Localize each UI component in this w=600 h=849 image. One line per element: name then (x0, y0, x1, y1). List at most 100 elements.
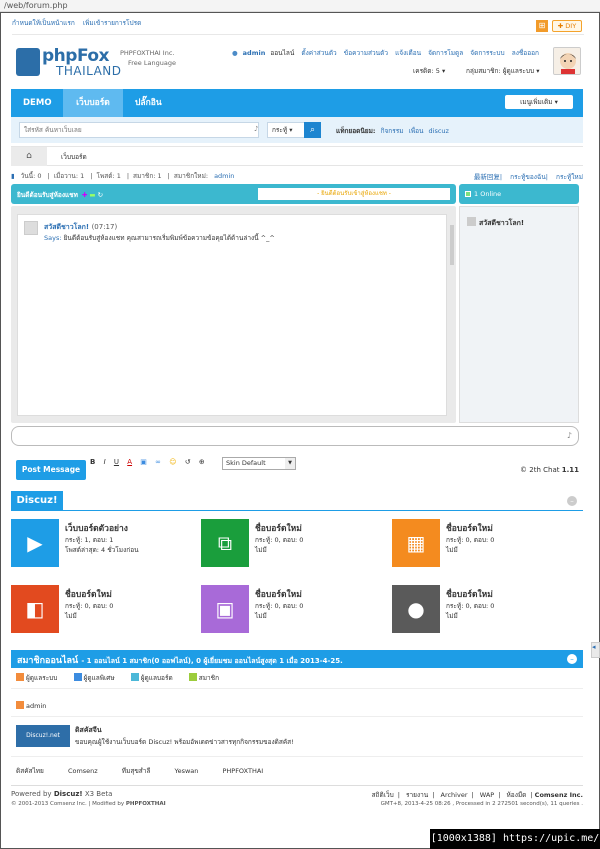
link-icon[interactable]: ∞ (155, 458, 161, 466)
zoom-icon[interactable]: ⊕ (199, 458, 205, 466)
mic-icon[interactable]: ♪ (254, 125, 262, 135)
home-icon[interactable]: ⌂ (11, 147, 47, 166)
grid-icon[interactable]: ▦ (392, 519, 440, 567)
video-icon[interactable]: ● (392, 585, 440, 633)
add-favorite-link[interactable]: เพิ่มเข้ารายการโปรด (83, 19, 141, 27)
footer-link[interactable]: สถิติเว็บ (372, 791, 394, 799)
color-icon[interactable]: A (127, 458, 132, 466)
modifier-link[interactable]: PHPFOXTHAI (126, 801, 166, 807)
footer-links: สถิติเว็บ | รายงาน | Archiver | WAP | ห้องมื… (371, 791, 583, 799)
set-home-link[interactable]: กำหนดให้เป็นหน้าแรก (12, 19, 75, 27)
mic-icon[interactable]: ♪ (567, 431, 572, 440)
processed-info: GMT+8, 2013-4-25 08:26 , Processed in 2 … (380, 801, 583, 807)
breadcrumb-current[interactable]: เว็บบอร์ด (61, 152, 87, 162)
user-nav-item[interactable]: จัดการโมดูล (428, 49, 463, 57)
nav-item-forum[interactable]: เว็บบอร์ด (63, 89, 123, 117)
forum-title[interactable]: ชื่อบอร์ดใหม่ (446, 521, 493, 535)
credit-dropdown[interactable]: เครดิต: 5 ▾ (413, 66, 445, 76)
hot-tag[interactable]: กิจกรรม (381, 127, 404, 135)
photo-icon[interactable]: ▣ (201, 585, 249, 633)
bold-icon[interactable]: B (90, 458, 95, 466)
office-icon[interactable]: ◧ (11, 585, 59, 633)
underline-icon[interactable]: U (114, 458, 119, 466)
nav-item-demo[interactable]: DEMO (13, 89, 62, 117)
main-nav: DEMO เว็บบอร์ด ปลั๊กอิน เมนูเพิ่มเติม ▾ (11, 89, 583, 117)
forum-title[interactable]: ชื่อบอร์ดใหม่ (446, 587, 493, 601)
stats-link[interactable]: กระทู้ใหม่ (556, 173, 583, 181)
company-name[interactable]: Comsenz Inc. (535, 791, 583, 799)
user-nav-item[interactable]: ข้อความส่วนตัว (344, 49, 388, 57)
url-bar[interactable]: /web/forum.php (0, 0, 600, 12)
side-collapse-tab[interactable]: ◂ (591, 642, 600, 658)
legend-item: ผู้ดูแลพิเศษ (73, 673, 115, 682)
avatar[interactable] (553, 47, 581, 75)
friend-link[interactable]: Comsenz (68, 767, 98, 775)
ad-logo[interactable]: Discuz!.net (16, 725, 70, 747)
grid-icon[interactable]: ⊞ (536, 20, 548, 32)
ad-title[interactable]: ดิสคัสจีน (75, 725, 102, 736)
forum-title[interactable]: ชื่อบอร์ดใหม่ (65, 587, 112, 601)
copyright: © 2001-2013 Comsenz Inc. | Modified by P… (11, 801, 166, 807)
user-nav-item[interactable]: ตั้งค่าส่วนตัว (301, 49, 336, 57)
site-logo[interactable]: phpFox THAILAND (16, 44, 126, 80)
square-icon[interactable]: ⧉ (201, 519, 249, 567)
friend-link[interactable]: ดิสคัสไทย (16, 767, 44, 775)
footer-link[interactable]: รายงาน (406, 791, 428, 799)
message-scrollbar[interactable] (450, 225, 454, 265)
play-icon[interactable]: ▶ (11, 519, 59, 567)
skin-select[interactable]: Skin Default ▼ (222, 457, 296, 470)
discuz-title[interactable]: Discuz! (11, 491, 63, 511)
forum-last-post: ไม่มี (446, 612, 458, 620)
hot-tag[interactable]: discuz (429, 127, 449, 135)
friend-link[interactable]: ทีมสุขสำลี (122, 767, 151, 775)
stats-link[interactable]: 最新回复 (474, 173, 500, 181)
post-message-button[interactable]: Post Message (16, 460, 86, 480)
search-scope-select[interactable]: กระทู้ ▾ (267, 122, 309, 138)
user-nav-item[interactable]: แจ้งเตือน (395, 49, 421, 57)
forum-tile[interactable]: ▶ เว็บบอร์ดตัวอย่าง กระทู้: 1, ตอบ: 1 โพสต์… (11, 519, 201, 571)
forum-title[interactable]: ชื่อบอร์ดใหม่ (255, 587, 302, 601)
online-members-header: สมาชิกออนไลน์ - 1 ออนไลน์ 1 สมาชิก(0 ออฟ… (11, 650, 583, 668)
user-nav-item[interactable]: จัดการระบบ (470, 49, 504, 57)
forum-tile[interactable]: ▦ ชื่อบอร์ดใหม่ กระทู้: 0, ตอบ: 0 ไม่มี (392, 519, 582, 571)
online-members-title: สมาชิกออนไลน์ - 1 ออนไลน์ 1 สมาชิก(0 ออฟ… (17, 656, 343, 666)
stats-icon: ▮ (11, 172, 15, 180)
stats-link[interactable]: กระทู้ของฉัน (510, 173, 546, 181)
image-icon[interactable]: ▣ (140, 458, 147, 466)
logout-link[interactable]: ลงชื่อออก (512, 49, 539, 57)
friend-link[interactable]: Yeswan (174, 767, 198, 775)
undo-icon[interactable]: ↺ (185, 458, 191, 466)
hot-tag[interactable]: เพื่อน (409, 127, 424, 135)
forum-title[interactable]: เว็บบอร์ดตัวอย่าง (65, 521, 128, 535)
logo-text-bottom: THAILAND (56, 64, 122, 78)
group-dropdown[interactable]: กลุ่มสมาชิก: ผู้ดูแลระบบ ▾ (466, 66, 540, 76)
forum-title[interactable]: ชื่อบอร์ดใหม่ (255, 521, 302, 535)
online-user[interactable]: admin (16, 701, 46, 710)
forum-tile[interactable]: ◧ ชื่อบอร์ดใหม่ กระทู้: 0, ตอบ: 0 ไม่มี (11, 585, 201, 637)
footer-link[interactable]: WAP (480, 791, 494, 799)
collapse-icon[interactable]: – (567, 496, 577, 506)
forum-tile[interactable]: ⧉ ชื่อบอร์ดใหม่ กระทู้: 0, ตอบ: 0 ไม่มี (201, 519, 391, 571)
footer-link[interactable]: Archiver (441, 791, 468, 799)
new-member-link[interactable]: admin (214, 172, 234, 180)
chat-header: ยินดีต้อนรับสู่ห้องแชท ✚ ▬ ↻ - ยินดีต้อนร… (11, 184, 456, 204)
brand-subtitle: PHPFOXTHAI Inc. Free Language (120, 49, 176, 67)
quick-menu-button[interactable]: เมนูเพิ่มเติม ▾ (505, 95, 573, 109)
collapse-icon[interactable]: – (567, 654, 577, 664)
footer-link[interactable]: ห้องมืด (507, 791, 527, 799)
forum-tile[interactable]: ▣ ชื่อบอร์ดใหม่ กระทู้: 0, ตอบ: 0 ไม่มี (201, 585, 391, 637)
search-input[interactable] (19, 122, 259, 138)
username-link[interactable]: admin (243, 49, 266, 57)
chat-title: ยินดีต้อนรับสู่ห้องแชท ✚ ▬ ↻ (17, 191, 104, 199)
legend-icon (130, 673, 139, 681)
search-button[interactable]: ⌕ (304, 122, 321, 138)
chat-input[interactable]: ♪ (11, 426, 579, 446)
diy-button[interactable]: ✚ DIY (552, 20, 582, 32)
nav-item-plugin[interactable]: ปลั๊กอิน (125, 89, 172, 117)
friend-link[interactable]: PHPFOXTHAI (222, 767, 263, 775)
online-user[interactable]: สวัสดีชาวโลก! (467, 217, 524, 229)
emoji-icon[interactable]: ☺ (169, 458, 176, 466)
forum-tile[interactable]: ● ชื่อบอร์ดใหม่ กระทู้: 0, ตอบ: 0 ไม่มี (392, 585, 582, 637)
discuz-link[interactable]: Discuz! (54, 790, 83, 798)
italic-icon[interactable]: I (104, 458, 106, 466)
